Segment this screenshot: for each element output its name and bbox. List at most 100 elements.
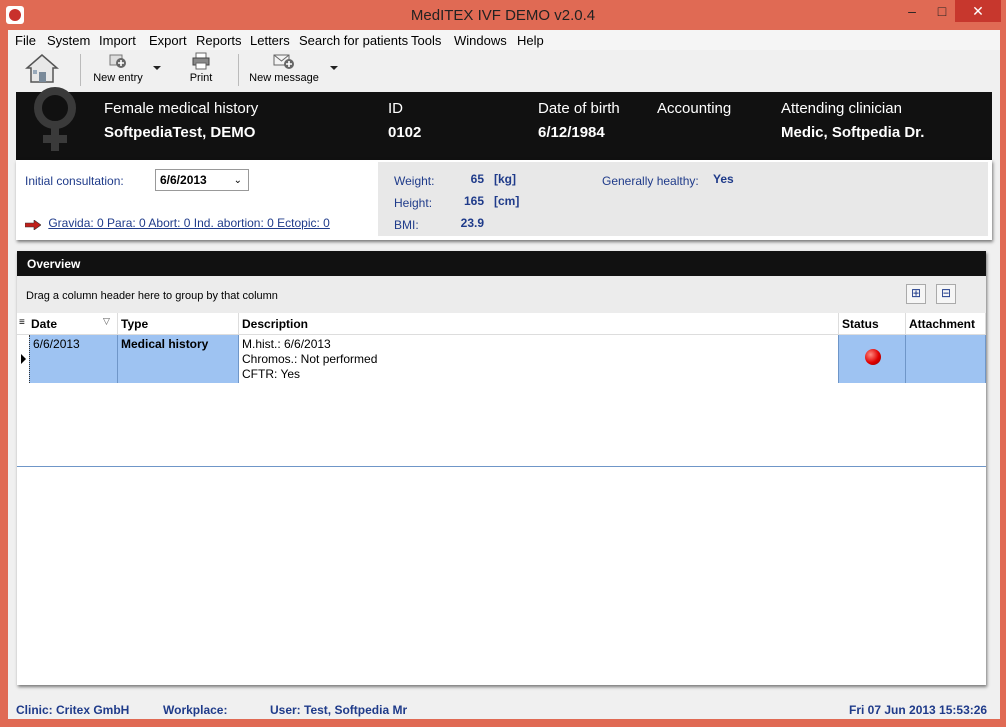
column-description-label: Description	[242, 317, 309, 331]
column-status-label: Status	[842, 317, 879, 331]
description-line: CFTR: Yes	[242, 367, 301, 381]
female-symbol-icon	[34, 87, 76, 151]
menu-bar: File System Import Export Reports Letter…	[8, 30, 1000, 50]
new-message-icon	[273, 54, 294, 69]
menu-system[interactable]: System	[47, 33, 90, 48]
close-button[interactable]: ✕	[955, 0, 1001, 22]
consultation-label: Initial consultation:	[25, 174, 124, 188]
column-header-status[interactable]: Status	[839, 313, 906, 335]
cell-description[interactable]: M.hist.: 6/6/2013 Chromos.: Not performe…	[239, 335, 839, 383]
consultation-panel: Initial consultation: 6/6/2013 ⌄ Gravida…	[16, 160, 992, 240]
menu-windows[interactable]: Windows	[454, 33, 507, 48]
menu-letters[interactable]: Letters	[250, 33, 290, 48]
main-window: File System Import Export Reports Letter…	[8, 30, 1000, 719]
row-divider	[17, 466, 986, 467]
new-entry-dropdown-icon[interactable]	[153, 66, 161, 70]
column-date-label: Date	[31, 317, 58, 331]
expand-all-button[interactable]: ⊞	[906, 284, 926, 304]
history-type-label: Female medical history	[104, 100, 259, 117]
chevron-down-icon: ⌄	[233, 175, 242, 186]
menu-file[interactable]: File	[15, 33, 36, 48]
menu-import[interactable]: Import	[99, 33, 136, 48]
cell-attachment[interactable]	[906, 335, 986, 383]
id-label: ID	[388, 100, 403, 117]
new-entry-label: New entry	[93, 72, 143, 84]
menu-reports[interactable]: Reports	[196, 33, 242, 48]
table-row[interactable]: 6/6/2013 Medical history M.hist.: 6/6/20…	[17, 335, 986, 467]
minus-icon: ⊟	[940, 286, 952, 300]
column-header-date[interactable]: ≡ Date ▽	[17, 313, 118, 335]
cell-status[interactable]	[839, 335, 906, 383]
overview-panel: Overview Drag a column header here to gr…	[17, 251, 986, 685]
collapse-all-button[interactable]: ⊟	[936, 284, 956, 304]
menu-export[interactable]: Export	[149, 33, 187, 48]
group-by-area[interactable]: Drag a column header here to group by th…	[17, 276, 986, 313]
status-red-icon	[865, 349, 881, 365]
weight-unit: [kg]	[494, 172, 516, 186]
consultation-select[interactable]: 6/6/2013 ⌄	[155, 169, 249, 191]
cell-type[interactable]: Medical history	[118, 335, 239, 383]
plus-icon: ⊞	[910, 286, 922, 300]
new-entry-button[interactable]: New entry	[88, 50, 148, 88]
vitals-panel: Weight: 65 [kg] Height: 165 [cm] BMI: 23…	[378, 162, 988, 236]
column-header-attachment[interactable]: Attachment	[906, 313, 986, 335]
toolbar: New entry Print New message	[8, 50, 1000, 88]
patient-header: Female medical history SoftpediaTest, DE…	[16, 87, 992, 160]
clinician-label: Attending clinician	[781, 100, 902, 117]
print-button[interactable]: Print	[183, 50, 219, 88]
status-clinic: Clinic: Critex GmbH	[16, 703, 130, 717]
menu-search-patients[interactable]: Search for patients	[299, 33, 408, 48]
column-header-type[interactable]: Type	[118, 313, 239, 335]
bmi-label: BMI:	[394, 218, 419, 232]
home-button[interactable]	[22, 50, 62, 88]
height-value: 165	[463, 194, 484, 208]
pregnancy-summary-link[interactable]: Gravida: 0 Para: 0 Abort: 0 Ind. abortio…	[48, 216, 330, 230]
column-chooser-icon[interactable]: ≡	[19, 317, 25, 328]
dob-value: 6/12/1984	[538, 124, 605, 141]
pregnancy-summary: Gravida: 0 Para: 0 Abort: 0 Ind. abortio…	[24, 216, 330, 231]
menu-tools[interactable]: Tools	[411, 33, 441, 48]
height-unit: [cm]	[494, 194, 520, 208]
consultation-value: 6/6/2013	[160, 173, 207, 187]
title-bar: MedITEX IVF DEMO v2.0.4 – □ ✕	[0, 0, 1006, 30]
column-attachment-label: Attachment	[909, 317, 976, 331]
patient-id: 0102	[388, 124, 422, 141]
printer-icon	[192, 52, 210, 70]
group-hint: Drag a column header here to group by th…	[26, 290, 278, 302]
healthy-label: Generally healthy:	[602, 174, 699, 188]
home-icon	[24, 54, 60, 83]
column-header-description[interactable]: Description	[239, 313, 839, 335]
arrow-right-icon	[24, 219, 42, 231]
filter-icon[interactable]: ▽	[103, 316, 110, 327]
height-label: Height:	[394, 196, 433, 210]
new-message-button[interactable]: New message	[248, 50, 320, 88]
accounting-label: Accounting	[657, 100, 732, 117]
toolbar-separator	[80, 54, 81, 86]
new-entry-icon	[109, 54, 126, 68]
window-title: MedITEX IVF DEMO v2.0.4	[410, 7, 596, 24]
bmi-value: 23.9	[460, 216, 484, 230]
clinician-value: Medic, Softpedia Dr.	[781, 124, 925, 141]
weight-label: Weight:	[394, 174, 435, 188]
overview-title: Overview	[17, 251, 986, 276]
description-line: Chromos.: Not performed	[242, 352, 378, 366]
status-user: User: Test, Softpedia Mr	[270, 703, 408, 717]
column-type-label: Type	[121, 317, 149, 331]
healthy-value: Yes	[713, 172, 734, 186]
weight-value: 65	[470, 172, 484, 186]
toolbar-separator	[238, 54, 239, 86]
status-datetime: Fri 07 Jun 2013 15:53:26	[849, 703, 988, 717]
menu-help[interactable]: Help	[517, 33, 544, 48]
description-line: M.hist.: 6/6/2013	[242, 337, 331, 351]
row-indicator-icon	[21, 354, 26, 364]
cell-date[interactable]: 6/6/2013	[29, 335, 118, 383]
patient-name: SoftpediaTest, DEMO	[104, 124, 256, 141]
minimize-button[interactable]: –	[895, 0, 929, 22]
status-bar: Clinic: Critex GmbH Workplace: User: Tes…	[8, 700, 1000, 719]
print-label: Print	[189, 72, 213, 84]
new-message-label: New message	[249, 72, 319, 84]
maximize-button[interactable]: □	[929, 0, 955, 22]
status-workplace: Workplace:	[163, 703, 228, 717]
dob-label: Date of birth	[538, 100, 620, 117]
new-message-dropdown-icon[interactable]	[330, 66, 338, 70]
